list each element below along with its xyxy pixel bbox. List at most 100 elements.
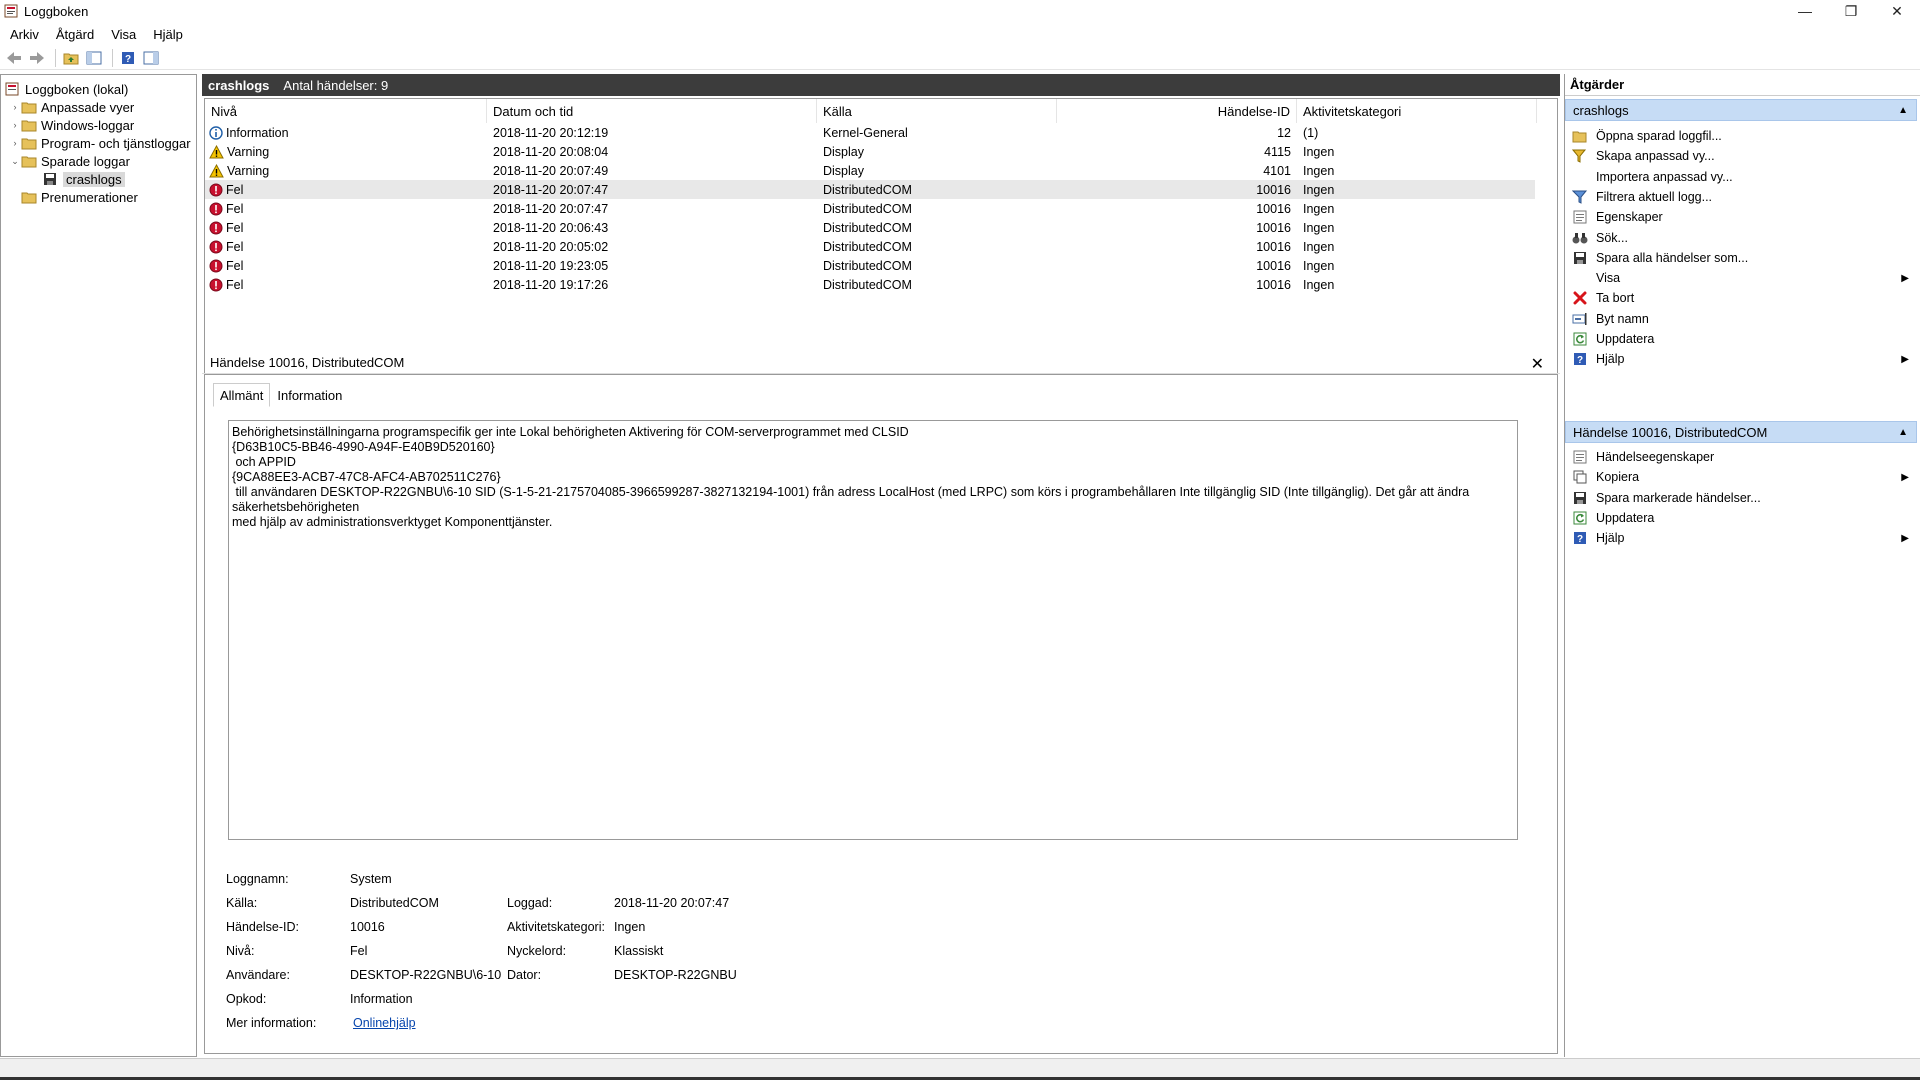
collapse-caret-icon[interactable]: ▲ [1898, 105, 1908, 116]
message-line: Behörighetsinställningarna programspecif… [232, 425, 909, 439]
tree-item-subscriptions[interactable]: Prenumerationer [21, 188, 138, 206]
table-row[interactable]: Fel 2018-11-20 19:17:26 DistributedCOM 1001… [205, 275, 1535, 294]
cell-datetime: 2018-11-20 19:23:05 [493, 258, 609, 273]
rename-icon [1569, 312, 1591, 326]
detail-title: Händelse 10016, DistributedCOM [210, 355, 405, 370]
table-row[interactable]: Fel 2018-11-20 20:06:43 DistributedCOM 1001… [205, 218, 1535, 237]
cell-category: Ingen [1303, 201, 1335, 216]
actions-pane: Åtgärder crashlogs ▲ Öppna sparad loggfi… [1564, 74, 1920, 1057]
cell-source: DistributedCOM [823, 239, 912, 254]
table-row[interactable]: Fel 2018-11-20 20:07:47 DistributedCOM 1001… [205, 199, 1535, 218]
up-folder-button[interactable] [61, 48, 81, 68]
expand-icon[interactable]: › [9, 120, 21, 130]
action-uppdatera[interactable]: Uppdatera [1565, 329, 1915, 349]
action-händelseegenskaper[interactable]: Händelseegenskaper [1565, 447, 1915, 467]
error-icon [209, 183, 223, 197]
event-message[interactable]: Behörighetsinställningarna programspecif… [228, 420, 1518, 840]
info-icon [209, 125, 223, 140]
forward-button[interactable] [27, 48, 47, 68]
section-crashlogs[interactable]: crashlogs ▲ [1565, 99, 1917, 121]
menu-atgard[interactable]: Åtgärd [49, 27, 101, 42]
column-header-source[interactable]: Källa [817, 99, 1057, 123]
window-title: Loggboken [24, 3, 89, 19]
message-line: {9CA88EE3-ACB7-47C8-AFC4-AB702511C276} [232, 470, 501, 484]
label-logname: Loggnamn: [226, 872, 289, 886]
help-button[interactable]: ? [118, 48, 138, 68]
properties-icon [1569, 210, 1591, 224]
action-sök[interactable]: Sök... [1565, 228, 1915, 248]
column-header-datetime[interactable]: Datum och tid [487, 99, 817, 123]
show-actions-button[interactable] [141, 48, 161, 68]
submenu-arrow-icon: ▶ [1901, 532, 1909, 544]
show-tree-button[interactable] [84, 48, 104, 68]
value-computer: DESKTOP-R22GNBU [614, 968, 737, 982]
submenu-arrow-icon: ▶ [1901, 471, 1909, 483]
action-byt-namn[interactable]: Byt namn [1565, 309, 1915, 329]
restore-button[interactable]: ❐ [1828, 0, 1874, 22]
label-computer: Dator: [507, 968, 542, 982]
value-event-id: 10016 [350, 920, 385, 934]
online-help-link[interactable]: Onlinehjälp [353, 1016, 416, 1030]
tree-item-custom-views[interactable]: › Anpassade vyer [9, 98, 135, 116]
action-filtrera-aktuell-logg[interactable]: Filtrera aktuell logg... [1565, 187, 1915, 207]
table-row[interactable]: Varning 2018-11-20 20:08:04 Display 4115 Ing… [205, 142, 1535, 161]
action-hjälp[interactable]: ? Hjälp ▶ [1565, 528, 1915, 548]
table-row[interactable]: Information 2018-11-20 20:12:19 Kernel-Gen… [205, 123, 1535, 142]
section-event[interactable]: Händelse 10016, DistributedCOM ▲ [1565, 421, 1917, 443]
tree-item-event-viewer-local[interactable]: Loggboken (lokal) [5, 80, 128, 98]
menu-arkiv[interactable]: Arkiv [3, 27, 46, 42]
message-line: {D63B10C5-BB46-4990-A94F-E40B9D520160} [232, 440, 495, 454]
label-keywords: Nyckelord: [507, 944, 567, 958]
cell-level: Fel [209, 199, 243, 218]
action-hjälp[interactable]: ? Hjälp ▶ [1565, 349, 1915, 369]
expand-icon[interactable]: › [9, 138, 21, 148]
action-öppna-sparad-loggfil[interactable]: Öppna sparad loggfil... [1565, 126, 1915, 146]
action-kopiera[interactable]: Kopiera ▶ [1565, 467, 1915, 487]
cell-source: DistributedCOM [823, 220, 912, 235]
close-button[interactable]: ✕ [1874, 0, 1920, 22]
table-row[interactable]: Fel 2018-11-20 19:23:05 DistributedCOM 1001… [205, 256, 1535, 275]
tree-item-saved-logs[interactable]: ⌄ Sparade loggar [9, 152, 130, 170]
menu-visa[interactable]: Visa [104, 27, 143, 42]
tab-details[interactable]: Information [270, 383, 349, 407]
log-name: crashlogs [208, 77, 270, 93]
action-ta-bort[interactable]: Ta bort [1565, 288, 1915, 308]
tab-general[interactable]: Allmänt [213, 383, 271, 407]
cell-source: Display [823, 163, 864, 178]
close-detail-icon[interactable]: ✕ [1531, 354, 1544, 374]
action-egenskaper[interactable]: Egenskaper [1565, 207, 1915, 227]
table-row[interactable]: Fel 2018-11-20 20:05:02 DistributedCOM 1001… [205, 237, 1535, 256]
folder-icon [21, 118, 37, 132]
minimize-button[interactable]: — [1782, 0, 1828, 22]
cell-level: Varning [209, 161, 269, 180]
collapse-caret-icon[interactable]: ▲ [1898, 427, 1908, 438]
menu-hjalp[interactable]: Hjälp [146, 27, 190, 42]
tree-item-crashlogs[interactable]: crashlogs [43, 170, 125, 188]
expand-icon[interactable]: › [9, 102, 21, 112]
binoculars-icon [1569, 231, 1591, 245]
menu-bar: Arkiv Åtgärd Visa Hjälp [0, 24, 190, 44]
properties-icon [1569, 450, 1591, 464]
back-button[interactable] [4, 48, 24, 68]
copy-icon [1569, 470, 1591, 484]
toolbar: ? [0, 46, 1920, 70]
center-panel: crashlogs Antal händelser: 9 Nivå Datum … [202, 74, 1560, 1057]
table-row[interactable]: Varning 2018-11-20 20:07:49 Display 4101 Ing… [205, 161, 1535, 180]
value-logged: 2018-11-20 20:07:47 [614, 896, 730, 910]
label-logged: Loggad: [507, 896, 553, 910]
collapse-icon[interactable]: ⌄ [9, 156, 21, 167]
detail-pane: Allmänt Information Behörighetsinställni… [204, 374, 1558, 1054]
tree-item-app-service-logs[interactable]: › Program- och tjänstloggar [9, 134, 191, 152]
column-header-category[interactable]: Aktivitetskategori [1297, 99, 1537, 123]
column-header-event-id[interactable]: Händelse-ID [1057, 99, 1297, 123]
action-spara-markerade-händelser[interactable]: Spara markerade händelser... [1565, 488, 1915, 508]
tree-item-windows-logs[interactable]: › Windows-loggar [9, 116, 135, 134]
action-uppdatera[interactable]: Uppdatera [1565, 508, 1915, 528]
cell-category: (1) [1303, 125, 1319, 140]
action-skapa-anpassad-vy[interactable]: Skapa anpassad vy... [1565, 146, 1915, 166]
table-row[interactable]: Fel 2018-11-20 20:07:47 DistributedCOM 1001… [205, 180, 1535, 199]
column-header-level[interactable]: Nivå [205, 99, 487, 123]
action-importera-anpassad-vy[interactable]: Importera anpassad vy... [1565, 167, 1915, 187]
action-visa[interactable]: Visa ▶ [1565, 268, 1915, 288]
action-spara-alla-händelser-som[interactable]: Spara alla händelser som... [1565, 248, 1915, 268]
